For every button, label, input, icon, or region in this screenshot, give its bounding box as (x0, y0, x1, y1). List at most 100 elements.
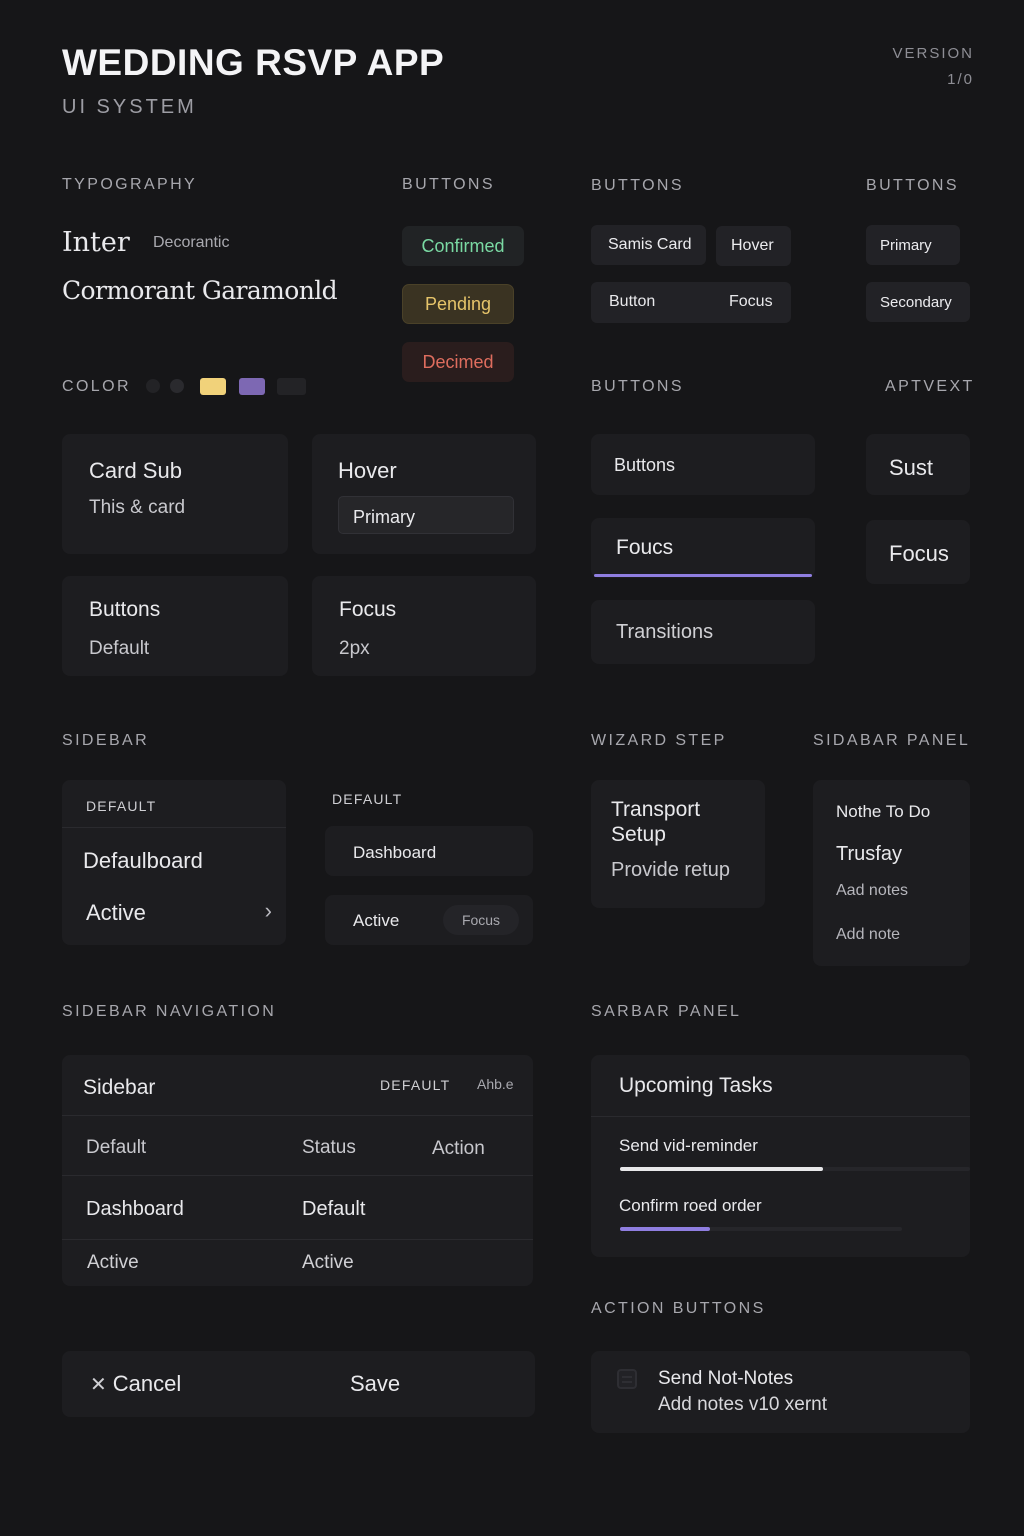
wizard-step-title: Transport Setup (611, 798, 701, 846)
wizard-step-card[interactable]: Transport Setup Provide retup (591, 780, 765, 908)
sidebar-nav-title: Sidebar (83, 1076, 156, 1099)
sidebar-right-header: DEFAULT (332, 791, 403, 807)
sidebar-panel-title: Nothe To Do (836, 802, 931, 821)
sidebar-item-dashboard[interactable]: Dashboard (325, 826, 533, 876)
pending-button[interactable]: Pending (402, 284, 514, 324)
transitions-label: Transitions (616, 621, 714, 643)
action-buttons-label: ACTION BUTTONS (591, 1300, 766, 1317)
declined-button[interactable]: Decimed (402, 342, 514, 382)
status-buttons-label: BUTTONS (402, 176, 495, 193)
sidebar-nav-table: Sidebar DEFAULT Ahb.e Default Status Act… (62, 1055, 533, 1286)
app-title: WEDDING RSVP APP (62, 42, 445, 83)
hover-card[interactable]: Hover Primary (312, 434, 536, 554)
task-progress-track (620, 1167, 970, 1171)
task-name[interactable]: Confirm roed order (619, 1196, 762, 1216)
version-block: VERSION 1/0 (892, 41, 974, 93)
table-row[interactable]: Dashboard Default (62, 1176, 533, 1238)
typography-label: TYPOGRAPHY (62, 176, 198, 193)
sidebar-item-active[interactable]: Active › (86, 898, 272, 926)
focus-card[interactable]: Focus 2px (312, 576, 536, 676)
sidebar-panel-note-2[interactable]: Add note (836, 926, 900, 944)
alt-text-label: APTVEXT (885, 378, 975, 395)
color-label: COLOR (62, 378, 131, 395)
focus-chip-label: Focus (729, 293, 773, 310)
card-sub-title: Card Sub (89, 458, 182, 483)
table-cell: Active (87, 1252, 139, 1273)
card-sub-text: This & card (89, 497, 186, 518)
sidebar-panel-label: SIDABAR PANEL (813, 732, 971, 749)
hover-card-title: Hover (338, 458, 397, 483)
samis-card-button[interactable]: Samis Card (591, 225, 706, 265)
sidebar-nav-label: SIDEBAR NAVIGATION (62, 1003, 277, 1020)
primary-font-note: Decorantic (153, 234, 230, 251)
app-subtitle: UI SYSTEM (62, 96, 197, 118)
focus-alt-button[interactable]: Focus (866, 520, 970, 584)
sidebar-default: DEFAULT Defaulboard Active › (62, 780, 286, 945)
sidebar-nav-tag: DEFAULT (380, 1077, 451, 1093)
sidebar-item-active-label: Active (86, 900, 146, 925)
sidebar-item-active-focus[interactable]: Active Focus (325, 895, 533, 945)
table-cell: Default (302, 1198, 366, 1220)
focus-underline (594, 574, 812, 577)
buttons-card[interactable]: Buttons Default (62, 576, 288, 676)
tasks-divider (591, 1116, 970, 1117)
column-header-default: Default (86, 1137, 147, 1158)
wizard-label: WIZARD STEP (591, 732, 727, 749)
task-progress-track (620, 1227, 902, 1231)
secondary-font-sample: Cormorant Garamonld (62, 276, 338, 305)
focus-alt-label: Focus (889, 541, 949, 566)
close-icon: ✕ (90, 1373, 107, 1396)
version-label: VERSION (892, 45, 974, 62)
column-header-status: Status (302, 1137, 356, 1158)
sidebar-dashboard-label: Dashboard (353, 843, 437, 862)
button-chips-label: BUTTONS (591, 177, 684, 194)
cancel-label: Cancel (112, 1371, 182, 1396)
color-swatch-2 (170, 379, 184, 393)
sidebar-label: SIDEBAR (62, 732, 150, 749)
sidebar-panel-note-1[interactable]: Aad notes (836, 882, 908, 900)
buttons-card-text: Default (89, 638, 150, 659)
primary-font-sample: Inter (62, 227, 130, 258)
secondary-button[interactable]: Secondary (866, 282, 970, 322)
primary-button[interactable]: Primary (866, 225, 960, 265)
sidebar-nav-extra: Ahb.e (477, 1076, 514, 1092)
sidebar-default-header: DEFAULT (86, 798, 157, 814)
color-swatch-1 (146, 379, 160, 393)
button-chip-label: Button (609, 293, 656, 310)
buttons-state[interactable]: Buttons (591, 434, 815, 495)
cancel-button[interactable]: ✕ Cancel (90, 1370, 181, 1398)
focus-card-title: Focus (339, 598, 397, 621)
sidebar-panel-item[interactable]: Trusfay (836, 843, 902, 866)
notes-icon (617, 1369, 637, 1389)
save-button[interactable]: Save (350, 1371, 400, 1397)
card-sub[interactable]: Card Sub This & card (62, 434, 288, 554)
buttons-state-label: Buttons (614, 455, 676, 475)
focus-badge: Focus (443, 905, 519, 935)
sidebar-panel-card: Nothe To Do Trusfay Aad notes Add note (813, 780, 970, 966)
task-progress-fill (620, 1167, 823, 1171)
color-swatch-dark (277, 378, 306, 395)
tasks-panel-label: SARBAR PANEL (591, 1003, 742, 1020)
chevron-right-icon: › (264, 898, 272, 923)
sust-label: Sust (889, 455, 934, 480)
table-cell: Active (302, 1252, 354, 1273)
send-notes-button[interactable]: Send Not-Notes Add notes v10 xernt (591, 1351, 970, 1433)
confirmed-button[interactable]: Confirmed (402, 226, 524, 266)
table-row[interactable]: Active Active (62, 1240, 533, 1286)
sust-button[interactable]: Sust (866, 434, 970, 495)
table-cell: Dashboard (86, 1198, 184, 1220)
color-swatch-gold (200, 378, 226, 395)
action-line-2: Add notes v10 xernt (658, 1394, 827, 1415)
task-name[interactable]: Send vid-reminder (619, 1136, 758, 1156)
buttons-card-title: Buttons (89, 598, 161, 621)
column-header-action: Action (432, 1138, 485, 1159)
action-line-1: Send Not-Notes (658, 1368, 794, 1389)
sidebar-item-defaulboard[interactable]: Defaulboard (83, 848, 203, 874)
focus-state[interactable]: Foucs (591, 518, 815, 578)
sidebar-divider (62, 827, 286, 828)
hover-button[interactable]: Hover (716, 226, 791, 266)
primary-input[interactable]: Primary (338, 496, 514, 534)
transitions-state[interactable]: Transitions (591, 600, 815, 664)
button-focus-chip[interactable]: Button Focus (591, 282, 791, 323)
version-value: 1/0 (947, 71, 974, 88)
